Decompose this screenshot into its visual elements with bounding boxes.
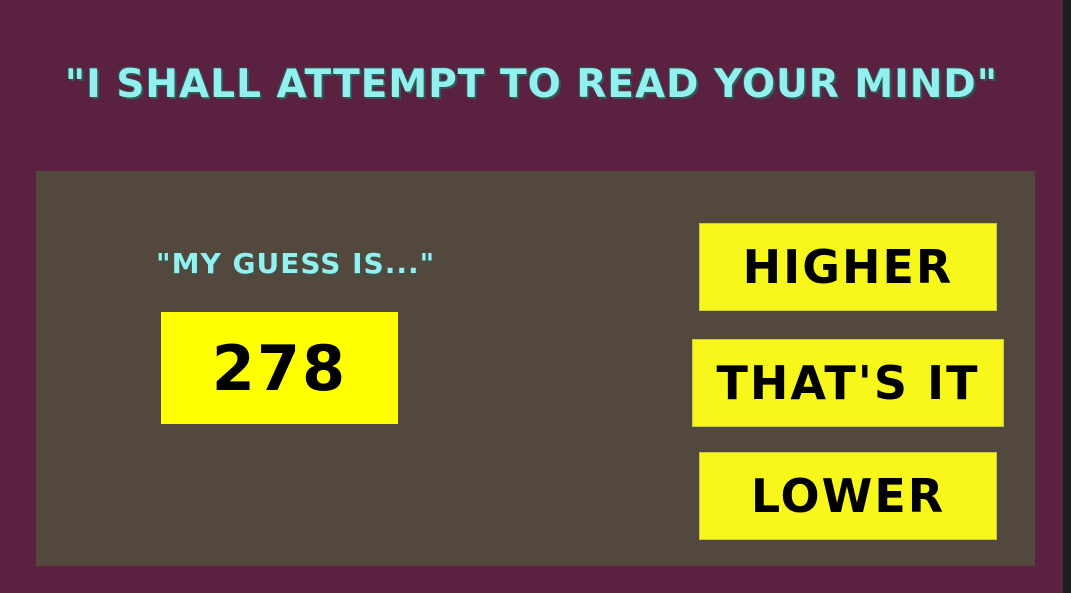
lower-button-label: LOWER [750,469,946,523]
higher-button-label: HIGHER [742,240,954,294]
page-title: "I SHALL ATTEMPT TO READ YOUR MIND" [64,62,999,107]
thats-it-button-label: THAT'S IT [716,356,980,410]
guess-value: 278 [211,331,348,405]
lower-button[interactable]: LOWER [699,452,997,540]
window-edge [1063,0,1071,593]
higher-button[interactable]: HIGHER [699,223,997,311]
guess-label: "MY GUESS IS..." [156,247,436,280]
guess-display: 278 [161,312,398,424]
game-panel: "MY GUESS IS..." 278 HIGHER THAT'S IT LO… [36,171,1035,566]
thats-it-button[interactable]: THAT'S IT [692,339,1004,427]
